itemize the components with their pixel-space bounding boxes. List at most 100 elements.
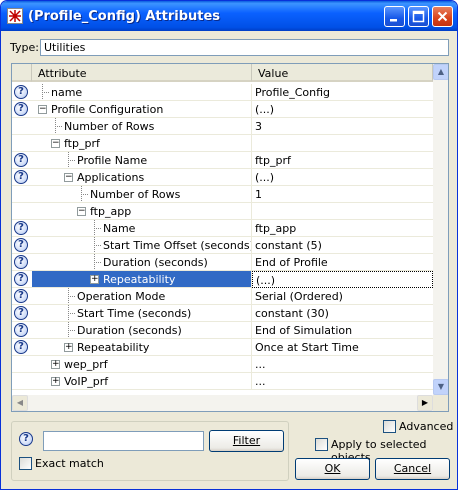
expand-icon[interactable]: + [51,360,60,369]
attribute-cell[interactable]: − ftp_prf [32,135,252,152]
attribute-cell[interactable]: Start Time (seconds) [32,305,252,322]
attribute-cell[interactable]: Duration (seconds) [32,322,252,339]
horizontal-scrollbar[interactable]: ◀ ▶ [12,395,433,411]
value-cell[interactable]: End of Simulation [252,322,433,339]
attribute-cell[interactable]: − Applications [32,169,252,186]
ok-button[interactable]: OK [295,458,370,480]
filter-button-label: Filter [232,434,261,447]
value-cell[interactable]: constant (30) [252,305,433,322]
help-icon[interactable]: ? [14,238,28,252]
scroll-up-button[interactable]: ▲ [433,64,448,80]
minimize-button[interactable] [384,6,405,27]
attribute-cell[interactable]: + Repeatability [32,339,252,356]
collapse-icon[interactable]: − [51,139,60,148]
attribute-label: Start Time Offset (seconds) [103,239,252,252]
table-row[interactable]: ? − Applications (...) [12,169,433,186]
value-cell[interactable]: (...) [252,271,433,288]
advanced-checkbox[interactable] [383,420,396,433]
expand-icon[interactable]: + [51,377,60,386]
filter-button[interactable]: Filter [209,430,284,452]
help-icon[interactable]: ? [19,432,33,446]
scroll-down-button[interactable]: ▼ [433,379,448,395]
value-cell[interactable]: Profile_Config [252,84,433,101]
help-icon[interactable]: ? [14,340,28,354]
table-row[interactable]: + wep_prf... [12,356,433,373]
help-icon[interactable]: ? [14,272,28,286]
close-button[interactable] [432,6,453,27]
title-bar[interactable]: (Profile_Config) Attributes [1,1,457,31]
value-cell[interactable]: End of Profile [252,254,433,271]
table-row[interactable]: ? Duration (seconds) End of Profile [12,254,433,271]
maximize-button[interactable] [408,6,429,27]
attribute-cell[interactable]: + VoIP_prf [32,373,252,390]
row-help-cell [12,186,32,203]
help-icon[interactable]: ? [14,85,28,99]
help-icon[interactable]: ? [14,221,28,235]
table-row[interactable]: ? Start Time Offset (seconds) constant (5) [12,237,433,254]
help-icon[interactable]: ? [14,306,28,320]
table-row[interactable]: Number of Rows 3 [12,118,433,135]
tree-line [94,254,95,270]
table-row[interactable]: ? − Profile Configuration (...) [12,101,433,118]
table-row[interactable]: − ftp_app [12,203,433,220]
value-cell[interactable]: 1 [252,186,433,203]
table-row[interactable]: ? Start Time (seconds) constant (30) [12,305,433,322]
table-row[interactable]: − ftp_prf [12,135,433,152]
value-cell[interactable]: ... [252,356,433,373]
attribute-cell[interactable]: + Repeatability [32,271,252,288]
apply-selected-checkbox[interactable] [315,438,328,451]
help-icon[interactable]: ? [14,170,28,184]
attribute-cell[interactable]: Start Time Offset (seconds) [32,237,252,254]
scroll-left-button[interactable]: ◀ [12,395,28,411]
attribute-cell[interactable]: Name [32,220,252,237]
cancel-button[interactable]: Cancel [375,458,450,480]
expand-icon[interactable]: + [64,343,73,352]
attribute-cell[interactable]: Number of Rows [32,186,252,203]
column-header-value[interactable]: Value [252,64,433,82]
table-row[interactable]: ? Duration (seconds) End of Simulation [12,322,433,339]
collapse-icon[interactable]: − [77,207,86,216]
collapse-icon[interactable]: − [64,173,73,182]
table-row[interactable]: + VoIP_prf... [12,373,433,390]
help-icon[interactable]: ? [14,323,28,337]
help-icon[interactable]: ? [14,255,28,269]
value-cell[interactable]: ... [252,373,433,390]
value-cell[interactable]: Once at Start Time [252,339,433,356]
value-cell[interactable] [252,203,433,220]
attribute-cell[interactable]: name [32,84,252,101]
value-cell[interactable]: constant (5) [252,237,433,254]
table-row[interactable]: ? + Repeatability (...) [12,271,433,288]
table-row[interactable]: ? name Profile_Config [12,84,433,101]
help-icon[interactable]: ? [14,102,28,116]
value-cell[interactable]: ftp_prf [252,152,433,169]
value-cell[interactable]: Serial (Ordered) [252,288,433,305]
attribute-cell[interactable]: − ftp_app [32,203,252,220]
scroll-right-button[interactable]: ▶ [417,395,433,411]
table-row[interactable]: ? + Repeatability Once at Start Time [12,339,433,356]
value-cell[interactable] [252,135,433,152]
expand-icon[interactable]: + [90,275,99,284]
table-row[interactable]: ? Operation Mode Serial (Ordered) [12,288,433,305]
help-icon[interactable]: ? [14,289,28,303]
attribute-cell[interactable]: Number of Rows [32,118,252,135]
header-blank[interactable] [12,64,32,82]
attribute-cell[interactable]: Profile Name [32,152,252,169]
table-row[interactable]: ? Profile Name ftp_prf [12,152,433,169]
table-row[interactable]: Number of Rows 1 [12,186,433,203]
value-cell[interactable]: ftp_app [252,220,433,237]
value-cell[interactable]: 3 [252,118,433,135]
help-icon[interactable]: ? [14,153,28,167]
table-row[interactable]: ? Name ftp_app [12,220,433,237]
collapse-icon[interactable]: − [38,105,47,114]
attribute-cell[interactable]: Duration (seconds) [32,254,252,271]
value-cell[interactable]: (...) [252,101,433,118]
value-cell[interactable]: (...) [252,169,433,186]
attribute-cell[interactable]: + wep_prf [32,356,252,373]
exact-match-checkbox[interactable] [19,457,32,470]
filter-input[interactable] [43,431,204,451]
vertical-scrollbar[interactable]: ▲ ▼ [433,64,448,395]
attribute-cell[interactable]: Operation Mode [32,288,252,305]
column-header-attribute[interactable]: Attribute [32,64,252,82]
attribute-label: Duration (seconds) [77,324,182,337]
attribute-cell[interactable]: − Profile Configuration [32,101,252,118]
